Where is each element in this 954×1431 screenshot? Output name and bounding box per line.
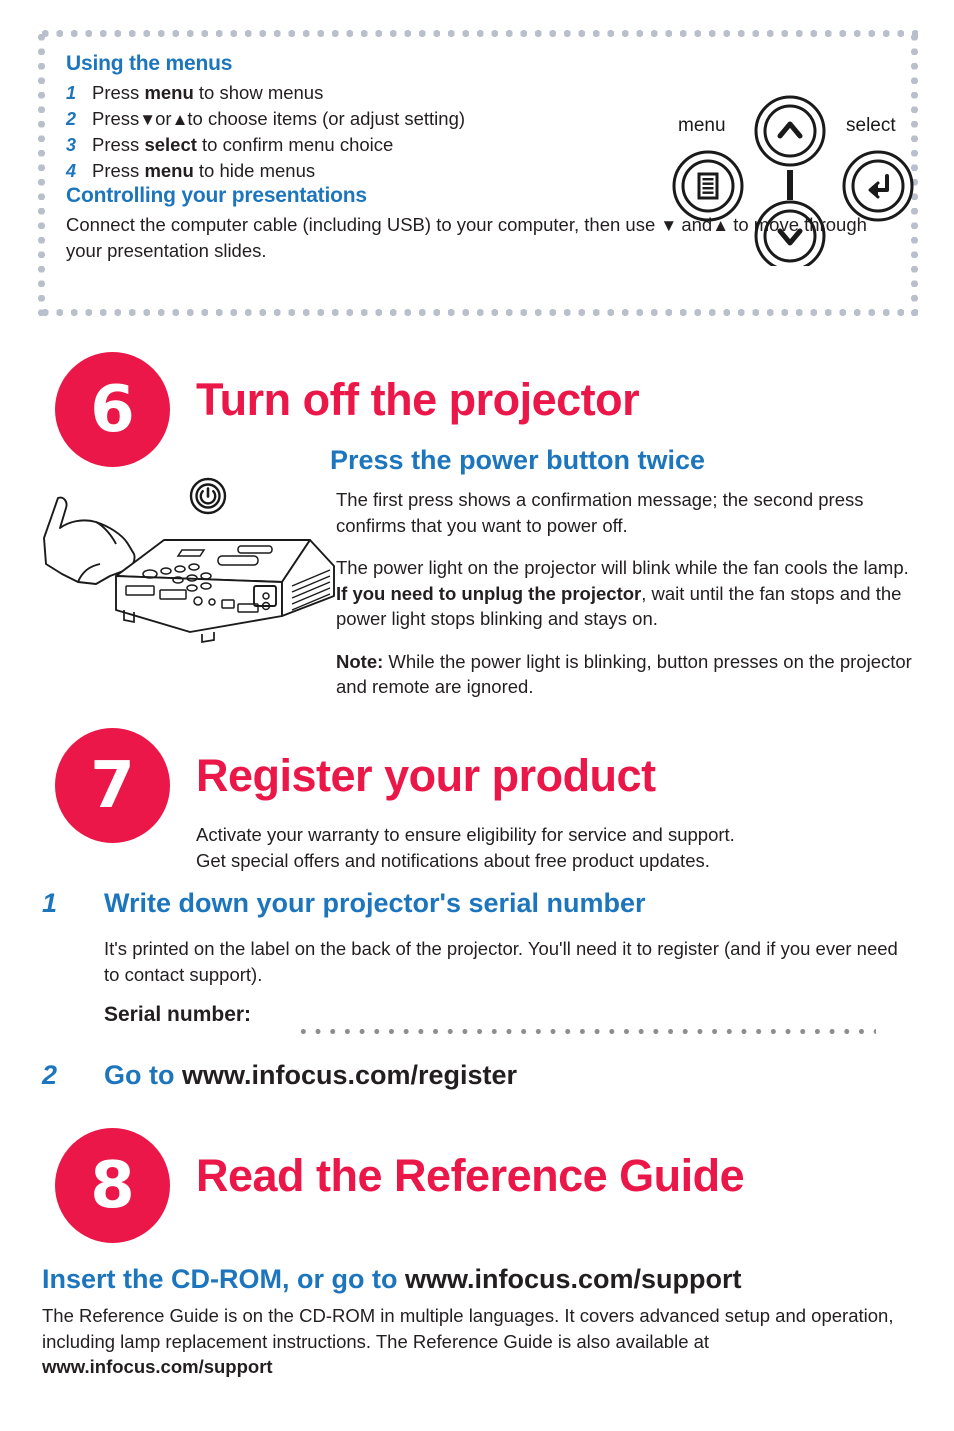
select-label: select [846,115,896,136]
menu-button-inner-ring [681,159,735,213]
cdrom-heading-prefix: Insert the CD-ROM, or go to [42,1264,405,1294]
chevron-down-glyph [777,228,803,246]
menu-step-4-number: 4 [66,161,77,181]
reference-guide-body: The Reference Guide is on the CD-ROM in … [42,1303,922,1380]
support-url-inline[interactable]: www.infocus.com/support [42,1356,273,1377]
menu-step-2-number: 2 [66,109,77,129]
serial-number-label: Serial number: [104,1003,252,1026]
menu-step-2-mid: or [155,108,172,129]
step-6-body: The first press shows a confirmation mes… [336,487,916,700]
chevron-down-icon: ▼ [139,110,156,129]
reference-guide-body-text: The Reference Guide is on the CD-ROM in … [42,1305,894,1352]
step-6-para-1: The first press shows a confirmation mes… [336,489,864,536]
step-6-badge: 6 [55,352,170,467]
chevron-up-icon: ▲ [171,110,189,129]
step-7-intro-line-1: Activate your warranty to ensure eligibi… [196,824,735,845]
step-6-note-label: Note: [336,650,384,672]
menu-keypad-diagram: menu select [638,86,938,266]
register-url[interactable]: www.infocus.com/register [182,1060,517,1090]
step-7-intro: Activate your warranty to ensure eligibi… [196,822,896,873]
substep-1-number: 1 [42,888,58,918]
menus-panel: Using the menus 1 Press menu to show men… [38,30,918,316]
substep-1-body: It's printed on the label on the back of… [104,936,916,987]
controlling-body-part1: Connect the computer cable (including US… [66,214,661,235]
using-the-menus-heading: Using the menus [66,52,233,75]
substep-2-heading-prefix: Go to [104,1060,182,1090]
power-icon [189,477,227,515]
menu-step-3-number: 3 [66,135,77,155]
chevron-up-glyph [777,121,803,139]
support-url-heading[interactable]: www.infocus.com/support [405,1264,742,1294]
substep-2-number: 2 [42,1060,58,1090]
step-6-para-2: The power light on the projector will bl… [336,555,916,632]
menu-step-2-post: to choose items (or adjust setting) [187,108,466,129]
step-6-para-2-bold: If you need to unplug the projector [336,582,642,604]
step-6-note: Note: While the power light is blinking,… [336,649,916,700]
projector-power-illustration [42,470,342,660]
menu-step-1-pre: Press [92,82,145,103]
keypad-connector [787,170,793,200]
menu-step-2-text: Press▼or▲to choose items (or adjust sett… [92,106,465,132]
menu-step-4-pre: Press [92,160,145,181]
step-7-title: Register your product [196,750,656,801]
step-8-badge: 8 [55,1128,170,1243]
menu-step-1-post: to show menus [193,82,324,103]
step-6-number: 6 [90,372,135,447]
quickstart-page: Using the menus 1 Press menu to show men… [0,0,954,1431]
menu-list-icon [697,172,719,200]
enter-arrow-glyph [868,174,889,199]
menu-label: menu [678,115,726,136]
panel-border-top [38,30,918,37]
panel-border-left [38,30,45,316]
menu-step-3-keyword: select [144,134,197,155]
menu-step-1-text: Press menu to show menus [92,80,323,105]
menu-step-4-text: Press menu to hide menus [92,158,315,183]
serial-number-input[interactable] [296,1029,876,1034]
menu-step-3-post: to confirm menu choice [196,134,394,155]
menu-step-4-post: to hide menus [193,160,316,181]
menu-step-3-text: Press select to confirm menu choice [92,132,393,157]
panel-border-bottom [38,309,918,316]
step-8-title: Read the Reference Guide [196,1150,745,1201]
step-6-para-2a: The power light on the projector will bl… [336,557,909,578]
menu-step-2-pre: Press [92,108,140,129]
step-7-number: 7 [90,748,135,823]
menu-step-1-keyword: menu [144,82,194,103]
step-7-badge: 7 [55,728,170,843]
step-8-number: 8 [90,1148,135,1223]
step-7-intro-line-2: Get special offers and notifications abo… [196,849,710,871]
menu-step-4-keyword: menu [144,160,194,181]
menu-step-3-pre: Press [92,134,145,155]
step-6-title: Turn off the projector [196,374,640,425]
cdrom-heading[interactable]: Insert the CD-ROM, or go to www.infocus.… [42,1264,742,1295]
step-6-note-text: While the power light is blinking, butto… [336,650,912,698]
substep-1-body-text: It's printed on the label on the back of… [104,938,898,985]
hand-shape [43,496,136,585]
step-6-subtitle: Press the power button twice [330,445,706,475]
menu-step-1-number: 1 [66,83,77,103]
substep-1-heading: Write down your projector's serial numbe… [104,888,646,918]
substep-2-heading[interactable]: Go to www.infocus.com/register [104,1060,517,1091]
